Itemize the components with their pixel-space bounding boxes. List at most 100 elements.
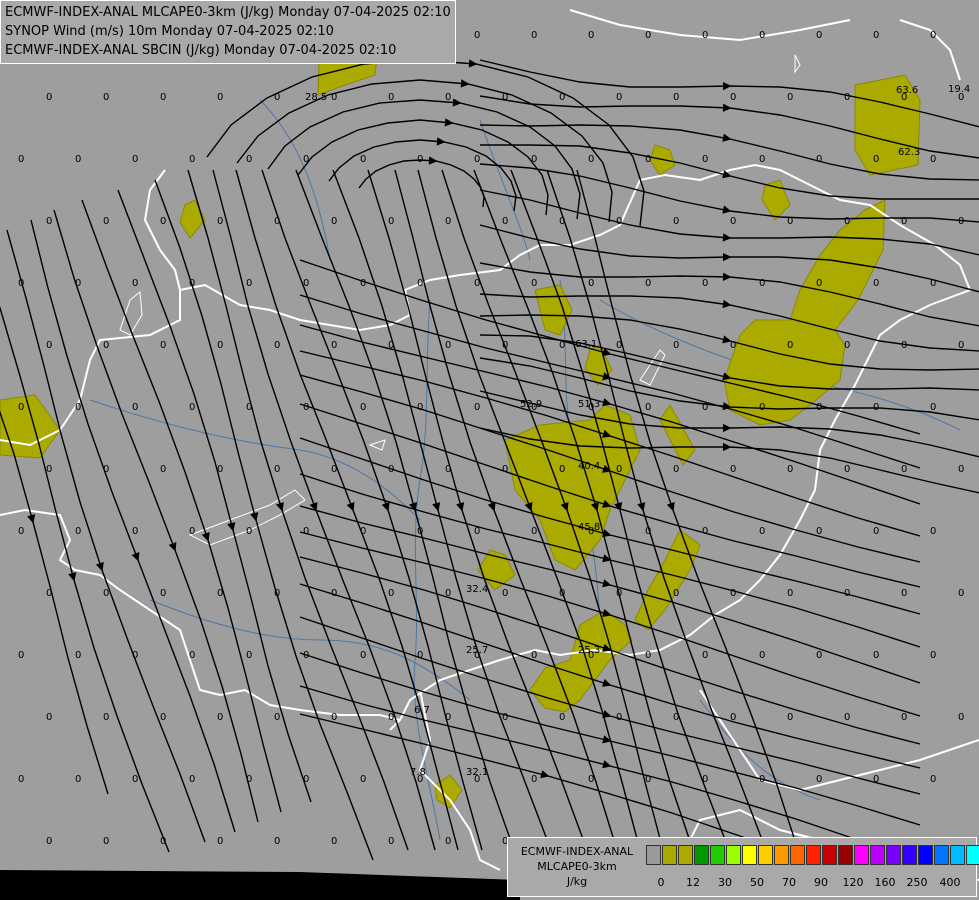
sbcin-zero-label: 0 [303,650,309,661]
legend-swatch [822,845,837,865]
sbcin-zero-label: 0 [474,30,480,41]
sbcin-zero-label: 0 [331,588,337,599]
sbcin-zero-label: 0 [360,278,366,289]
sbcin-zero-label: 0 [645,650,651,661]
sbcin-zero-label: 0 [616,588,622,599]
sbcin-zero-label: 0 [702,154,708,165]
sbcin-zero-label: 0 [730,464,736,475]
sbcin-zero-label: 0 [132,402,138,413]
sbcin-zero-label: 0 [502,92,508,103]
legend-swatch [934,845,949,865]
sbcin-zero-label: 0 [274,216,280,227]
sbcin-zero-label: 0 [559,216,565,227]
sbcin-zero-label: 0 [445,216,451,227]
sbcin-zero-label: 0 [930,154,936,165]
sbcin-zero-label: 0 [189,526,195,537]
legend-tick-label: 50 [750,876,764,889]
sbcin-zero-label: 0 [246,774,252,785]
sbcin-zero-label: 0 [189,278,195,289]
legend-swatch [774,845,789,865]
legend-swatch [806,845,821,865]
map-title-box: ECMWF-INDEX-ANAL MLCAPE0-3km (J/kg) Mond… [0,0,456,64]
legend-tick-label: 250 [906,876,928,889]
sbcin-zero-label: 0 [930,402,936,413]
legend-tick-label: 400 [939,876,961,889]
sbcin-zero-label: 0 [246,154,252,165]
sbcin-zero-label: 0 [388,712,394,723]
sbcin-zero-label: 0 [673,216,679,227]
cape-value-label: 6.7 [414,705,430,716]
sbcin-zero-label: 0 [303,526,309,537]
sbcin-zero-label: 0 [645,278,651,289]
sbcin-zero-label: 0 [417,402,423,413]
cape-value-label: 32.1 [466,767,488,778]
sbcin-zero-label: 0 [502,588,508,599]
sbcin-zero-label: 0 [18,774,24,785]
sbcin-zero-label: 0 [759,650,765,661]
sbcin-zero-label: 0 [816,402,822,413]
sbcin-zero-label: 0 [103,464,109,475]
sbcin-zero-label: 0 [160,588,166,599]
sbcin-zero-label: 0 [702,278,708,289]
legend-tick-label: 70 [782,876,796,889]
sbcin-zero-label: 0 [873,526,879,537]
sbcin-zero-label: 0 [645,30,651,41]
cape-value-label: 25.7 [466,645,488,656]
sbcin-zero-label: 0 [730,216,736,227]
sbcin-zero-label: 0 [531,278,537,289]
legend-title: ECMWF-INDEX-ANAL MLCAPE0-3km J/kg [512,844,642,889]
legend-tick-label: 90 [814,876,828,889]
sbcin-zero-label: 0 [274,712,280,723]
sbcin-zero-label: 0 [303,154,309,165]
sbcin-zero-label: 0 [588,154,594,165]
cape-value-label: 52.9 [520,399,542,410]
sbcin-zero-label: 0 [417,278,423,289]
sbcin-zero-label: 0 [217,216,223,227]
legend-param: MLCAPE0-3km [537,860,617,873]
legend-tick-label: 0 [657,876,665,889]
sbcin-zero-label: 0 [360,526,366,537]
sbcin-zero-label: 0 [189,154,195,165]
sbcin-zero-label: 0 [673,464,679,475]
legend-swatch [646,845,661,865]
sbcin-zero-label: 0 [246,526,252,537]
legend-swatch [870,845,885,865]
sbcin-zero-label: 0 [930,650,936,661]
legend-swatch [886,845,901,865]
sbcin-zero-label: 0 [958,340,964,351]
sbcin-zero-label: 0 [873,278,879,289]
sbcin-zero-label: 0 [160,712,166,723]
sbcin-zero-label: 0 [702,774,708,785]
sbcin-zero-label: 0 [559,340,565,351]
sbcin-zero-label: 0 [873,774,879,785]
sbcin-zero-label: 0 [160,340,166,351]
sbcin-zero-label: 0 [759,154,765,165]
sbcin-zero-label: 0 [103,712,109,723]
sbcin-zero-label: 0 [103,92,109,103]
sbcin-zero-label: 0 [616,92,622,103]
sbcin-zero-label: 0 [559,92,565,103]
sbcin-zero-label: 0 [645,402,651,413]
sbcin-zero-label: 0 [217,464,223,475]
sbcin-zero-label: 0 [274,836,280,847]
sbcin-zero-label: 0 [702,650,708,661]
sbcin-zero-label: 0 [189,774,195,785]
sbcin-zero-label: 0 [787,216,793,227]
sbcin-zero-label: 0 [702,402,708,413]
sbcin-zero-label: 0 [103,588,109,599]
legend-tick-label: 120 [842,876,864,889]
cape-value-label: 7.8 [410,767,426,778]
sbcin-zero-label: 0 [844,464,850,475]
sbcin-zero-label: 0 [331,216,337,227]
sbcin-zero-label: 0 [160,92,166,103]
sbcin-zero-label: 0 [75,402,81,413]
sbcin-zero-label: 0 [331,92,337,103]
sbcin-zero-label: 0 [787,464,793,475]
sbcin-zero-label: 0 [901,216,907,227]
legend-swatch [966,845,979,865]
legend-swatch [710,845,725,865]
sbcin-zero-label: 0 [274,92,280,103]
sbcin-zero-label: 0 [474,278,480,289]
sbcin-zero-label: 0 [217,92,223,103]
sbcin-zero-label: 0 [816,30,822,41]
